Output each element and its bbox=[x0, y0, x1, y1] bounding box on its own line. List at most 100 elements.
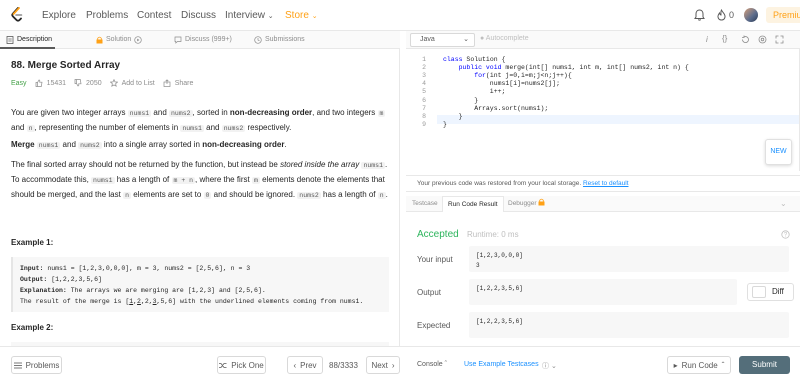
expected-value: [1,2,2,3,5,6] bbox=[476, 318, 523, 325]
tab-discuss[interactable]: Discuss (999+) bbox=[174, 31, 232, 49]
new-feature-badge[interactable]: NEW bbox=[765, 139, 792, 165]
add-to-list-button[interactable]: Add to List bbox=[122, 80, 155, 87]
example-2-title: Example 2: bbox=[11, 323, 54, 332]
autocomplete-toggle[interactable]: ● Autocomplete bbox=[480, 35, 529, 42]
tab-solution-label: Solution bbox=[106, 36, 132, 43]
difficulty-badge: Easy bbox=[11, 79, 27, 87]
code-text: } bbox=[443, 112, 463, 120]
diff-toggle-switch[interactable] bbox=[752, 286, 766, 298]
output-label: Output bbox=[417, 288, 442, 297]
nav-problems[interactable]: Problems bbox=[86, 10, 128, 21]
help-icon[interactable]: ? bbox=[781, 230, 790, 239]
run-bar: Console ˆ Use Example Testcases ⓘ ⌄ ▸ Ru… bbox=[406, 346, 800, 380]
code-text: } bbox=[443, 120, 447, 128]
submit-button[interactable]: Submit bbox=[739, 356, 790, 374]
dislikes-count: 2050 bbox=[86, 79, 102, 87]
prev-button[interactable]: ‹ Prev bbox=[287, 356, 323, 374]
avatar[interactable] bbox=[744, 8, 758, 22]
code-line: for(int j=0,i=m;j<n;j++){ bbox=[443, 72, 572, 79]
line-number: 4 bbox=[422, 80, 426, 88]
line-number: 8 bbox=[422, 112, 426, 120]
line-number: 9 bbox=[422, 120, 426, 128]
star-icon[interactable] bbox=[109, 79, 118, 87]
code-text: i++; bbox=[443, 88, 506, 96]
line-number: 7 bbox=[422, 104, 426, 112]
code-text: Solution { bbox=[462, 56, 506, 63]
braces-icon[interactable]: {} bbox=[722, 34, 727, 43]
runtime-value: Runtime: 0 ms bbox=[467, 230, 519, 239]
language-label: Java bbox=[420, 36, 435, 43]
run-code-button[interactable]: ▸ Run Code ˆ bbox=[667, 356, 731, 374]
reset-to-default-link[interactable]: Reset to default bbox=[583, 180, 629, 187]
diff-toggle[interactable]: Diff bbox=[747, 283, 794, 301]
console-toggle[interactable]: Console ˆ bbox=[417, 361, 447, 368]
nav-discuss[interactable]: Discuss bbox=[181, 10, 216, 21]
reset-code-icon[interactable] bbox=[741, 35, 750, 44]
problems-list-button[interactable]: Problems bbox=[11, 356, 62, 374]
tab-testcase[interactable]: Testcase bbox=[407, 196, 443, 212]
your-input-label: Your input bbox=[417, 255, 453, 264]
code-line: } bbox=[443, 97, 478, 104]
lock-icon bbox=[96, 36, 103, 44]
chevron-down-icon: ⌄ bbox=[550, 363, 557, 370]
share-icon[interactable] bbox=[163, 79, 171, 87]
tab-discuss-label: Discuss (999+) bbox=[185, 36, 232, 43]
fire-count: 0 bbox=[729, 10, 735, 20]
code-keyword: public void bbox=[443, 64, 502, 72]
next-button[interactable]: Next › bbox=[366, 356, 400, 374]
thumbs-up-icon[interactable] bbox=[35, 79, 43, 87]
next-label: Next bbox=[371, 360, 388, 370]
settings-icon[interactable] bbox=[758, 35, 767, 44]
clock-icon bbox=[254, 36, 262, 44]
your-input-box: [1,2,3,0,0,0] 3 bbox=[469, 246, 789, 272]
nav-explore[interactable]: Explore bbox=[42, 10, 76, 21]
top-navbar: Explore Problems Contest Discuss Intervi… bbox=[0, 0, 800, 31]
code-line: public void merge(int[] nums1, int m, in… bbox=[443, 64, 689, 71]
code-line: } bbox=[443, 121, 447, 128]
share-button[interactable]: Share bbox=[175, 80, 194, 87]
nav-store[interactable]: Store ⌄ bbox=[285, 10, 318, 21]
autocomplete-label: Autocomplete bbox=[485, 35, 529, 42]
problems-list-label: Problems bbox=[25, 360, 60, 370]
tab-solution[interactable]: Solution bbox=[96, 31, 142, 49]
fire-icon[interactable] bbox=[716, 9, 727, 21]
use-example-testcases-link[interactable]: Use Example Testcases bbox=[464, 361, 539, 368]
output-value: [1,2,2,3,5,6] bbox=[476, 285, 523, 292]
expected-label: Expected bbox=[417, 321, 451, 330]
line-number: 5 bbox=[422, 88, 426, 96]
list-icon bbox=[13, 362, 22, 369]
chevron-down-icon[interactable]: ⌄ bbox=[780, 199, 787, 208]
premium-button[interactable]: Premium bbox=[766, 7, 800, 23]
bell-icon[interactable] bbox=[694, 9, 705, 21]
chat-icon bbox=[174, 36, 182, 44]
code-editor[interactable]: 1 class Solution {2 public void merge(int… bbox=[406, 49, 800, 171]
help-icon[interactable]: ⓘ ⌄ bbox=[542, 361, 557, 371]
chevron-down-icon: ⌄ bbox=[267, 13, 274, 20]
tab-debugger[interactable]: Debugger bbox=[503, 196, 550, 212]
leetcode-logo-icon[interactable] bbox=[10, 7, 24, 23]
code-text: } bbox=[443, 96, 479, 104]
console-tabs: Testcase Run Code Result Debugger ⌄ bbox=[406, 196, 800, 212]
thumbs-down-icon[interactable] bbox=[74, 79, 82, 87]
description-tabs: Description Solution Discuss (999+) Subm… bbox=[0, 31, 400, 49]
tab-run-code-result[interactable]: Run Code Result bbox=[442, 196, 504, 212]
tab-debugger-label: Debugger bbox=[508, 200, 537, 207]
code-text: Arrays.sort(nums1); bbox=[443, 104, 549, 112]
fullscreen-icon[interactable] bbox=[775, 35, 784, 44]
page-counter: 88/3333 bbox=[329, 361, 358, 370]
result-status: Accepted bbox=[417, 229, 459, 240]
console-label: Console bbox=[417, 361, 443, 368]
tab-submissions[interactable]: Submissions bbox=[254, 31, 305, 49]
pick-one-button[interactable]: Pick One bbox=[217, 356, 266, 374]
chevron-left-icon: ‹ bbox=[293, 360, 297, 370]
example-1-title: Example 1: bbox=[11, 238, 54, 247]
nav-contest[interactable]: Contest bbox=[137, 10, 171, 21]
nav-interview[interactable]: Interview ⌄ bbox=[225, 10, 274, 21]
info-icon[interactable]: i bbox=[706, 35, 708, 44]
nav-store-label: Store bbox=[285, 10, 309, 21]
line-number: 3 bbox=[422, 72, 426, 80]
language-select[interactable]: Java ⌄ bbox=[410, 33, 475, 47]
code-text: nums1[i]=nums2[j]; bbox=[443, 80, 561, 88]
pick-one-label: Pick One bbox=[231, 360, 264, 370]
problem-nav-bar: Problems Pick One ‹ Prev 88/3333 Next › bbox=[0, 346, 406, 380]
